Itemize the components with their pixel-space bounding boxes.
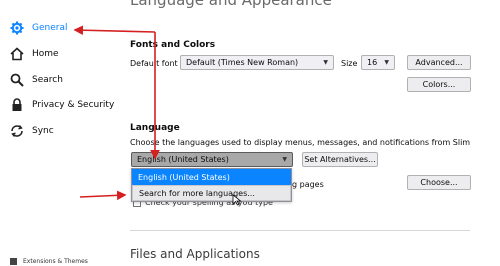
font-size-select[interactable]: 16 ▼ [361, 55, 395, 70]
language-value: English (United States) [137, 155, 229, 164]
default-font-select[interactable]: Default (Times New Roman) ▼ [180, 55, 334, 70]
default-font-label: Default font [130, 59, 178, 68]
sidebar-item-extensions[interactable]: Extensions & Themes [10, 258, 88, 265]
sidebar-item-label: Privacy & Security [32, 100, 115, 110]
language-dropdown: English (United States) Search for more … [131, 168, 292, 202]
partial-label: g pages [292, 180, 324, 189]
main-content: Language and Appearance Fonts and Colors… [130, 0, 500, 266]
dropdown-option[interactable]: Search for more languages... [132, 185, 291, 201]
chevron-down-icon: ▼ [282, 156, 287, 163]
advanced-button[interactable]: Advanced... [407, 55, 471, 70]
sync-icon [10, 124, 24, 138]
language-description: Choose the languages used to display men… [130, 138, 470, 147]
chevron-down-icon: ▼ [384, 59, 389, 66]
puzzle-icon [10, 258, 17, 265]
chevron-down-icon: ▼ [323, 59, 328, 66]
files-applications-heading: Files and Applications [130, 247, 260, 261]
sidebar-item-general[interactable]: General [10, 18, 67, 38]
sidebar-item-home[interactable]: Home [10, 44, 59, 64]
home-icon [10, 47, 24, 61]
sidebar-item-sync[interactable]: Sync [10, 121, 54, 141]
language-title: Language [130, 123, 180, 133]
sidebar-item-label: Search [32, 75, 63, 85]
mouse-cursor-icon [232, 194, 242, 206]
sidebar-item-label: Home [32, 49, 59, 59]
dropdown-option[interactable]: English (United States) [132, 169, 291, 185]
fonts-colors-title: Fonts and Colors [130, 40, 216, 50]
search-icon [10, 73, 24, 87]
lock-icon [10, 98, 24, 112]
sidebar-item-label: General [32, 23, 68, 33]
section-heading-language-appearance: Language and Appearance [130, 0, 332, 9]
divider [130, 230, 470, 231]
sidebar-item-label: Sync [32, 126, 54, 136]
size-label: Size [341, 59, 358, 68]
default-font-value: Default (Times New Roman) [186, 58, 299, 67]
choose-button[interactable]: Choose... [407, 175, 471, 190]
gear-icon [10, 21, 24, 35]
sidebar-item-privacy[interactable]: Privacy & Security [10, 95, 114, 115]
language-select[interactable]: English (United States) ▼ [131, 152, 293, 167]
colors-button[interactable]: Colors... [407, 77, 471, 92]
sidebar: General Home Search Privacy & Security S… [0, 0, 118, 266]
font-size-value: 16 [367, 58, 378, 67]
set-alternatives-button[interactable]: Set Alternatives... [302, 152, 378, 167]
sidebar-item-search[interactable]: Search [10, 70, 63, 90]
sidebar-item-label: Extensions & Themes [23, 258, 88, 265]
